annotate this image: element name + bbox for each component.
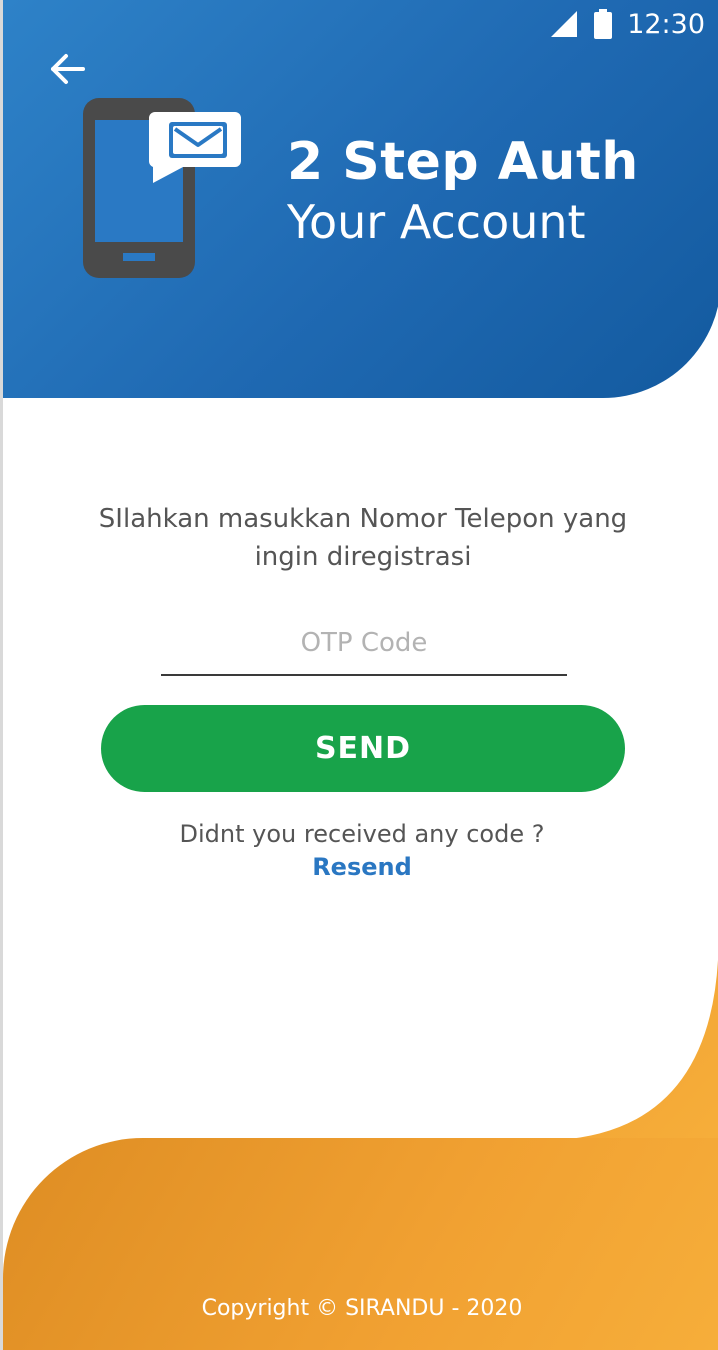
instruction-text: SIlahkan masukkan Nomor Telepon yang ing…: [98, 504, 628, 572]
copyright-text: Copyright © SIRANDU - 2020: [201, 1296, 523, 1321]
status-time: 12:30: [627, 8, 705, 40]
status-bar: 12:30: [549, 6, 705, 42]
send-button[interactable]: SEND: [101, 705, 625, 792]
otp-verification-screen: 12:30 2 Step Auth Your Account SIlahkan …: [0, 0, 718, 1350]
page-subtitle: Your Account: [287, 195, 586, 249]
resend-link[interactable]: Resend: [312, 853, 412, 881]
phone-message-icon: [83, 98, 241, 278]
otp-code-input[interactable]: [161, 612, 567, 676]
header-banner: 12:30 2 Step Auth Your Account: [3, 0, 718, 398]
footer-wave-decoration: [558, 960, 718, 1140]
signal-icon: [551, 11, 578, 37]
resend-question-text: Didnt you received any code ?: [179, 820, 545, 848]
battery-icon: [594, 9, 613, 39]
arrow-left-icon[interactable]: [47, 48, 89, 90]
page-title: 2 Step Auth: [287, 132, 639, 192]
